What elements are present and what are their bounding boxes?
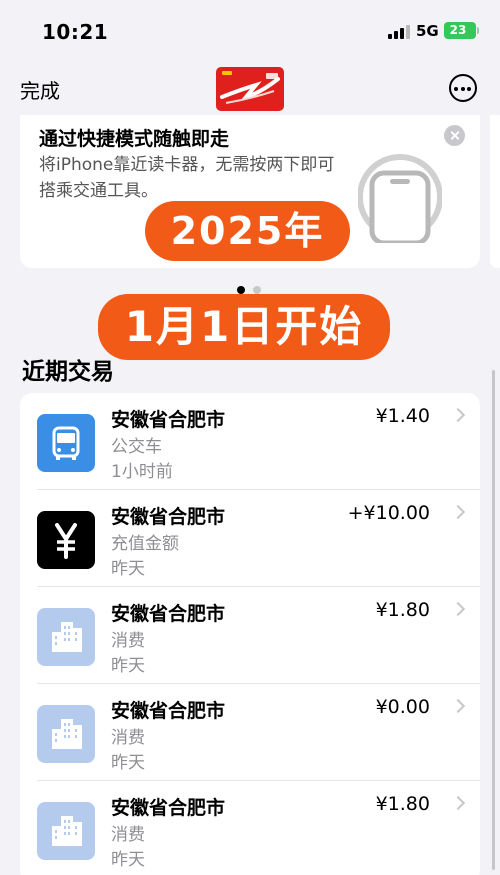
bus-icon: [37, 414, 95, 472]
transaction-merchant: 安徽省合肥市: [111, 797, 226, 819]
next-tip-card-peek[interactable]: [490, 115, 500, 268]
battery-level: 23: [449, 23, 467, 37]
nav-bar: 完成: [0, 62, 500, 116]
transaction-row[interactable]: 安徽省合肥市 公交车 1小时前 ¥1.40: [20, 393, 480, 490]
transaction-amount: +¥10.00: [347, 502, 430, 524]
transaction-row[interactable]: 安徽省合肥市 消费 昨天 ¥1.80: [20, 587, 480, 684]
chevron-right-icon: [450, 795, 466, 811]
status-time: 10:21: [42, 20, 109, 44]
done-button[interactable]: 完成: [20, 75, 60, 104]
close-icon[interactable]: [444, 125, 465, 146]
transaction-time: 1小时前: [111, 462, 173, 482]
transaction-type: 消费: [111, 728, 145, 748]
chevron-right-icon: [450, 698, 466, 714]
tip-body: 将iPhone靠近读卡器，无需按两下即可搭乘交通工具。: [39, 155, 335, 201]
transaction-amount: ¥1.40: [375, 405, 430, 427]
transaction-time: 昨天: [111, 559, 145, 579]
battery-icon: 23: [444, 22, 476, 39]
phone-reader-illustration: [357, 151, 443, 246]
buildings-icon: [37, 802, 95, 860]
more-ellipsis-icon[interactable]: [449, 74, 477, 102]
tip-title: 通过快捷模式随触即走: [39, 128, 230, 150]
chevron-right-icon: [450, 504, 466, 520]
battery-tip: [477, 27, 479, 34]
transaction-type: 消费: [111, 631, 145, 651]
transaction-amount: ¥1.80: [375, 599, 430, 621]
transaction-merchant: 安徽省合肥市: [111, 506, 226, 528]
chevron-right-icon: [450, 407, 466, 423]
overlay-caption-date: 1月1日开始: [98, 294, 390, 360]
transaction-merchant: 安徽省合肥市: [111, 603, 226, 625]
transaction-list: 安徽省合肥市 公交车 1小时前 ¥1.40 安徽省合肥市 充值金额 昨天 +¥1…: [20, 393, 480, 875]
recent-transactions-title: 近期交易: [22, 359, 114, 385]
transaction-row[interactable]: 安徽省合肥市 消费 昨天 ¥0.00: [20, 684, 480, 781]
transaction-time: 昨天: [111, 753, 145, 773]
cellular-signal-icon: [388, 25, 410, 39]
overlay-caption-year: 2025年: [145, 201, 350, 261]
buildings-icon: [37, 705, 95, 763]
transaction-merchant: 安徽省合肥市: [111, 700, 226, 722]
transaction-row[interactable]: 安徽省合肥市 消费 昨天 ¥1.80: [20, 781, 480, 875]
transaction-time: 昨天: [111, 656, 145, 676]
transaction-type: 充值金额: [111, 534, 179, 554]
yen-icon: [37, 511, 95, 569]
transaction-row[interactable]: 安徽省合肥市 充值金额 昨天 +¥10.00: [20, 490, 480, 587]
transaction-type: 公交车: [111, 437, 162, 457]
transaction-amount: ¥1.80: [375, 793, 430, 815]
transit-card-thumbnail[interactable]: [216, 67, 284, 111]
scroll-indicator: [492, 370, 495, 870]
transaction-type: 消费: [111, 825, 145, 845]
transaction-merchant: 安徽省合肥市: [111, 409, 226, 431]
transaction-time: 昨天: [111, 850, 145, 870]
buildings-icon: [37, 608, 95, 666]
transaction-amount: ¥0.00: [375, 696, 430, 718]
network-type: 5G: [416, 22, 439, 40]
chevron-right-icon: [450, 601, 466, 617]
status-bar: 10:21 5G 23: [0, 0, 500, 62]
